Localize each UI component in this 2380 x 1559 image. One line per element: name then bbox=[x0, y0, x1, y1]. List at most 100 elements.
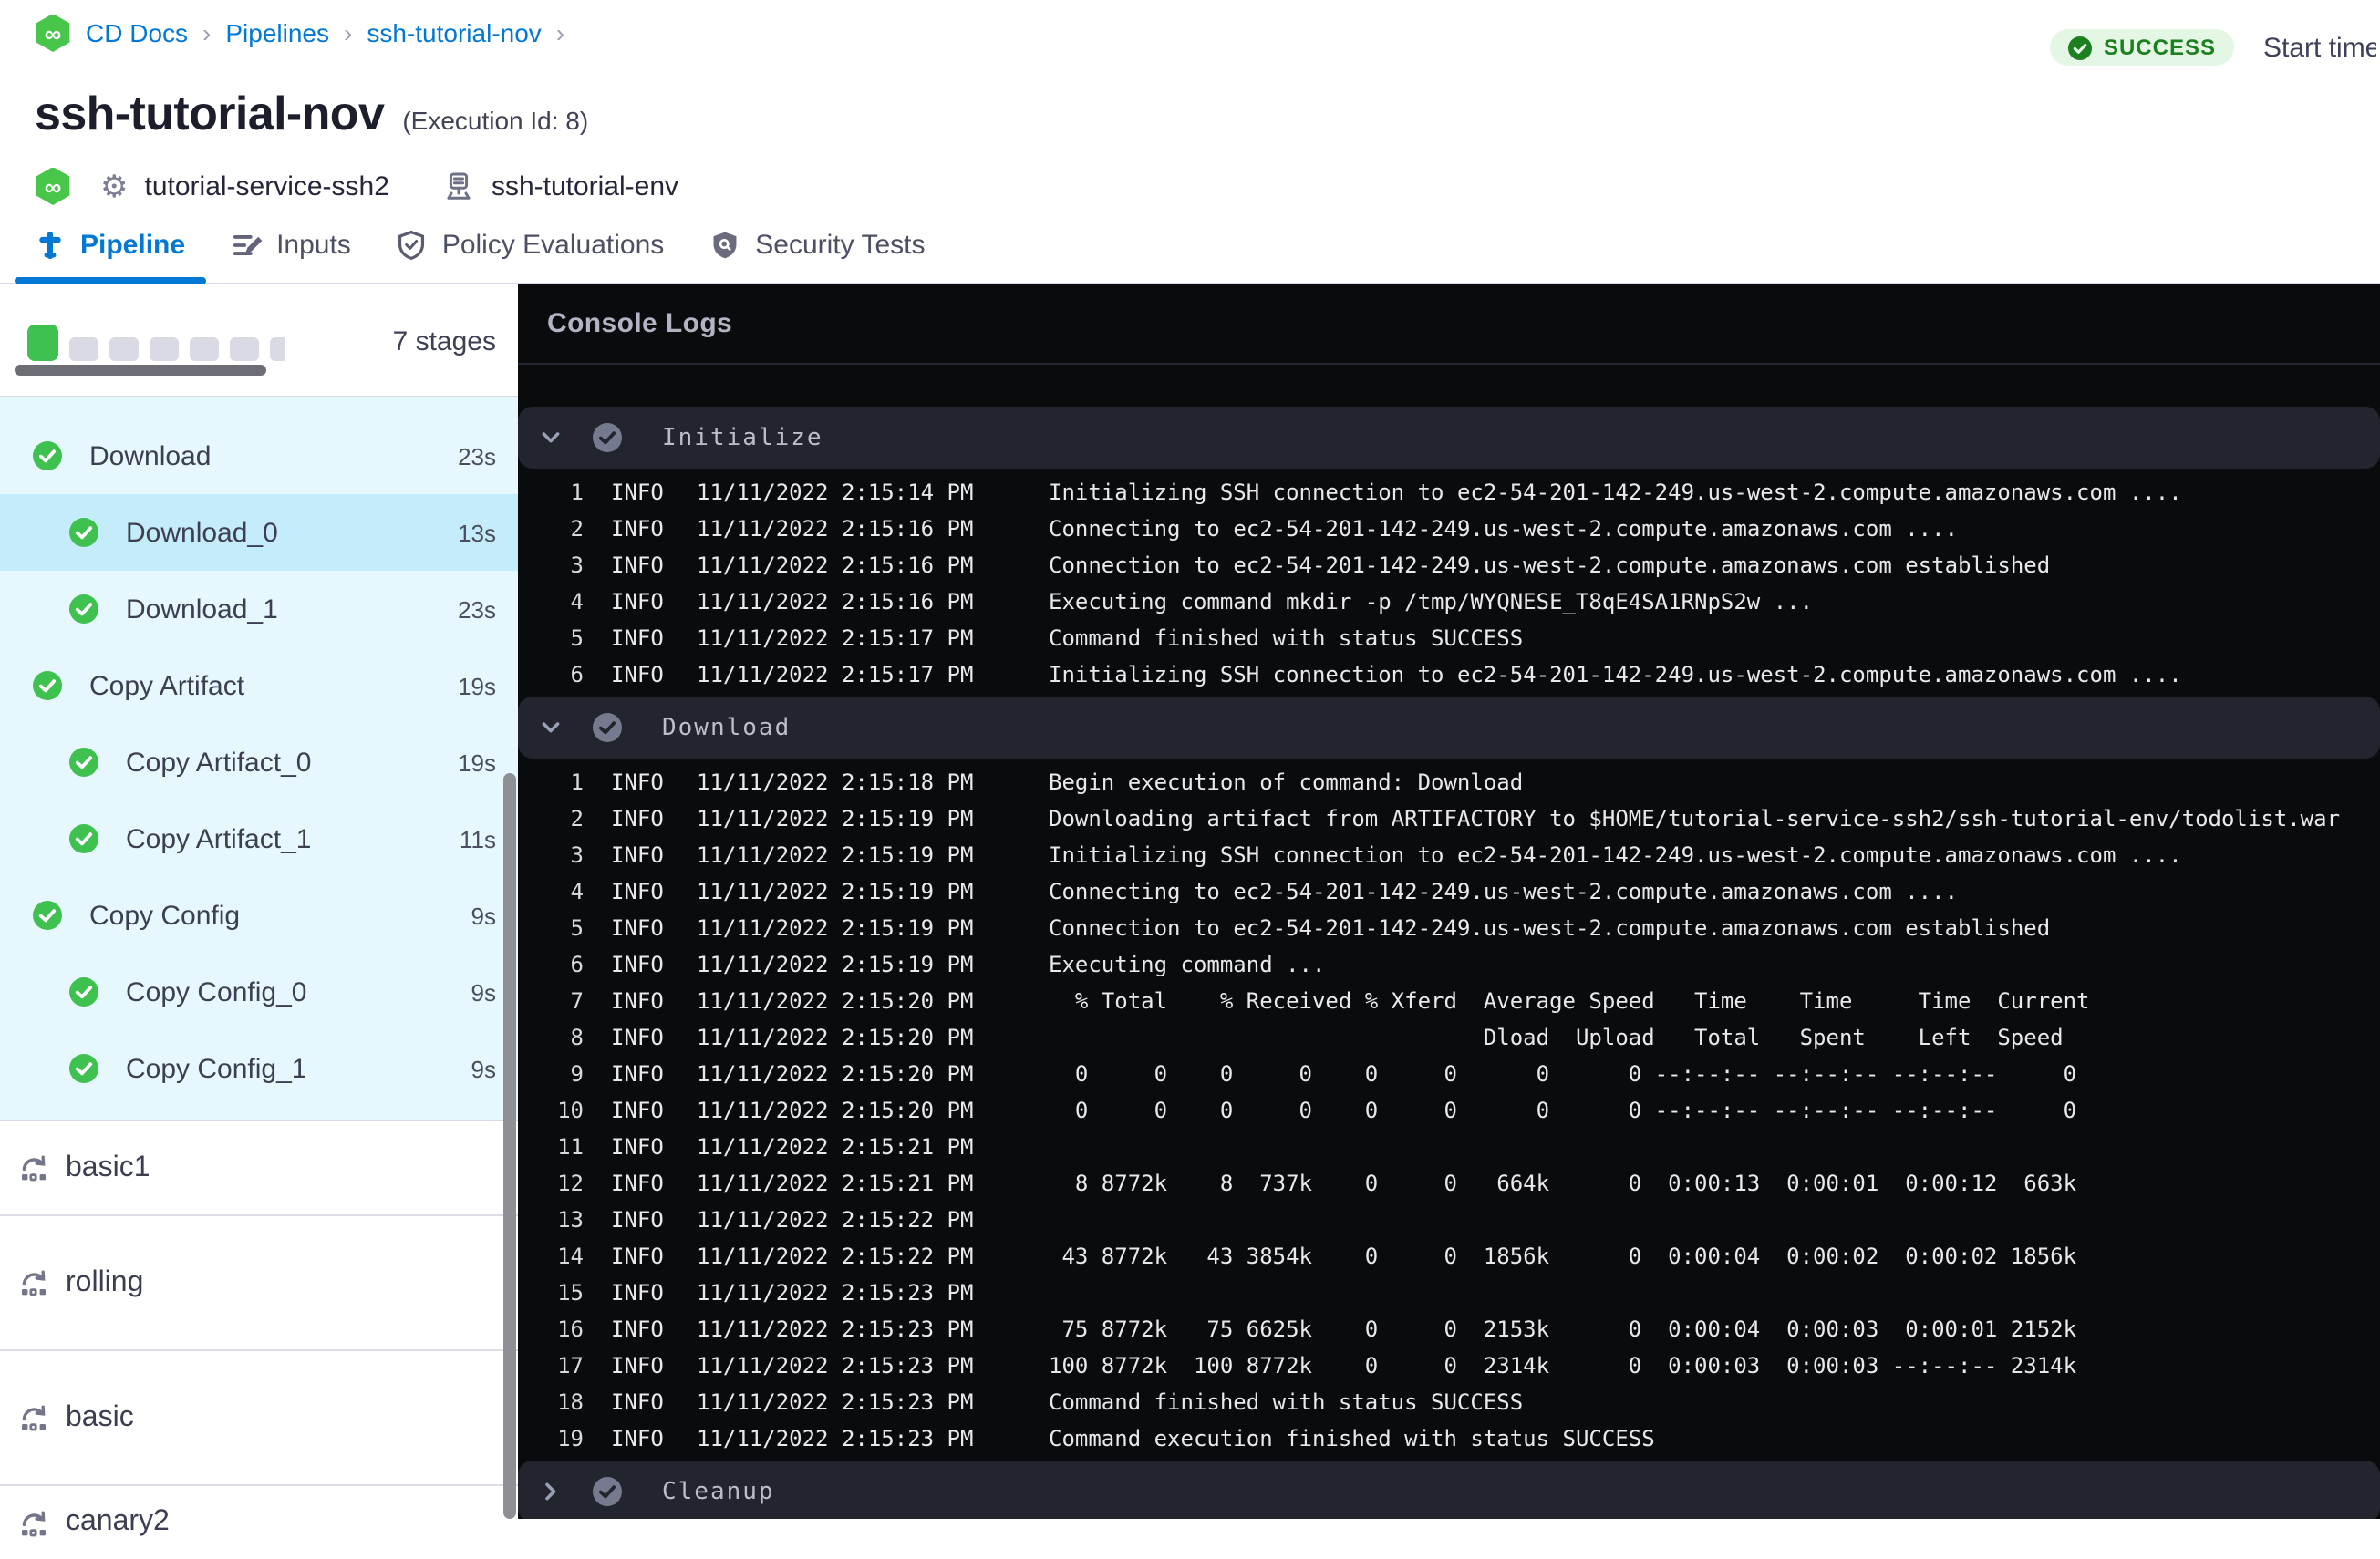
log-level: INFO bbox=[611, 480, 664, 505]
tab-pipeline[interactable]: Pipeline bbox=[15, 208, 205, 284]
log-host-link[interactable]: ec2-54-201-142-249.us-west-2.compute.ama… bbox=[1233, 879, 1891, 904]
stage-progress-square bbox=[27, 325, 58, 361]
log-timestamp: 11/11/2022 2:15:20 PM bbox=[697, 1098, 974, 1123]
log-section-header[interactable]: Initialize bbox=[518, 407, 2380, 469]
log-host-link[interactable]: ec2-54-201-142-249.us-west-2.compute.ama… bbox=[1457, 842, 2116, 868]
log-host-link[interactable]: ec2-54-201-142-249.us-west-2.compute.ama… bbox=[1233, 915, 1891, 941]
execution-id: (Execution Id: 8) bbox=[402, 106, 589, 135]
stage-label: Copy Artifact bbox=[89, 670, 245, 701]
log-message: Downloading artifact from ARTIFACTORY to… bbox=[1049, 806, 2380, 831]
stage-duration: 19s bbox=[458, 749, 496, 776]
breadcrumb-link[interactable]: Pipelines bbox=[225, 18, 329, 47]
stage-label: Download bbox=[89, 440, 212, 471]
log-level: INFO bbox=[611, 1171, 664, 1196]
log-timestamp: 11/11/2022 2:15:23 PM bbox=[697, 1389, 974, 1415]
breadcrumb-link[interactable]: ssh-tutorial-nov bbox=[367, 18, 541, 47]
log-text: Begin execution of command: Download bbox=[1049, 769, 1524, 795]
breadcrumb-link[interactable]: CD Docs bbox=[86, 18, 188, 47]
log-level: INFO bbox=[611, 1316, 664, 1342]
policy-shield-check-icon bbox=[397, 230, 428, 261]
log-message: Executing command ... bbox=[1049, 952, 2380, 977]
redeploy-icon bbox=[18, 1402, 49, 1433]
log-host-link[interactable]: ec2-54-201-142-249.us-west-2.compute.ama… bbox=[1233, 516, 1891, 542]
log-host-link[interactable]: ec2-54-201-142-249.us-west-2.compute.ama… bbox=[1457, 662, 2116, 687]
tab-policy-evaluations[interactable]: Policy Evaluations bbox=[377, 208, 684, 283]
stage-row[interactable]: Copy Config_0 9s bbox=[0, 954, 518, 1030]
stage-label: Copy Artifact_0 bbox=[126, 747, 312, 778]
stage-progress-horizontal-scrollbar[interactable] bbox=[15, 365, 266, 376]
log-text: established bbox=[1891, 552, 2051, 578]
log-line-number: 14 bbox=[557, 1244, 584, 1269]
tab-label: Security Tests bbox=[755, 230, 926, 261]
log-timestamp: 11/11/2022 2:15:23 PM bbox=[697, 1426, 974, 1451]
log-level: INFO bbox=[611, 1244, 664, 1269]
console-title: Console Logs bbox=[547, 308, 733, 339]
tab-security-tests[interactable]: Security Tests bbox=[689, 208, 945, 283]
log-text: Initializing SSH connection to bbox=[1049, 662, 1457, 687]
log-line-number: 9 bbox=[570, 1061, 584, 1087]
log-line: 1 INFO 11/11/2022 2:15:14 PM Initializing S… bbox=[518, 474, 2380, 511]
stage-progress-squares bbox=[27, 325, 285, 361]
log-line-number: 15 bbox=[557, 1280, 584, 1306]
stage-label: Copy Config_0 bbox=[126, 976, 307, 1007]
log-line-number: 3 bbox=[570, 552, 584, 578]
service-name[interactable]: tutorial-service-ssh2 bbox=[145, 170, 389, 201]
log-text: % Total % Received % Xferd Average Speed… bbox=[1049, 988, 2090, 1014]
log-line-number: 16 bbox=[557, 1316, 584, 1342]
log-text: Connection to bbox=[1049, 552, 1234, 578]
content-area: 7 stages Download 23s Download_0 13s Downloa… bbox=[0, 284, 2380, 1559]
log-host-link[interactable]: ec2-54-201-142-249.us-west-2.compute.ama… bbox=[1457, 480, 2116, 505]
log-message: 75 8772k 75 6625k 0 0 2153k 0 0:00:04 0:… bbox=[1049, 1316, 2380, 1342]
log-line-number: 18 bbox=[557, 1389, 584, 1415]
stage-row[interactable]: Download 23s bbox=[0, 418, 518, 494]
log-timestamp: 11/11/2022 2:15:19 PM bbox=[697, 915, 974, 941]
log-timestamp: 11/11/2022 2:15:20 PM bbox=[697, 1025, 974, 1050]
log-line: 6 INFO 11/11/2022 2:15:19 PM Executing comm… bbox=[518, 946, 2380, 983]
log-timestamp: 11/11/2022 2:15:20 PM bbox=[697, 1061, 974, 1087]
gear-icon: ⚙ bbox=[100, 169, 129, 203]
log-text: Command finished with status SUCCESS bbox=[1049, 1389, 1524, 1415]
log-level: INFO bbox=[611, 1426, 664, 1451]
log-line: 2 INFO 11/11/2022 2:15:16 PM Connecting to … bbox=[518, 511, 2380, 547]
log-line-number: 4 bbox=[570, 879, 584, 904]
stage-progress-square bbox=[230, 337, 259, 361]
execution-item[interactable]: basic1 bbox=[0, 1121, 518, 1216]
stage-row[interactable]: Download_1 23s bbox=[0, 571, 518, 647]
execution-item[interactable]: basic bbox=[0, 1351, 518, 1486]
log-timestamp: 11/11/2022 2:15:23 PM bbox=[697, 1316, 974, 1342]
execution-label: rolling bbox=[66, 1266, 144, 1297]
log-level: INFO bbox=[611, 552, 664, 578]
stage-row[interactable]: Copy Artifact_0 19s bbox=[0, 724, 518, 800]
log-text: Executing command mkdir -p /tmp/WYQNESE_… bbox=[1049, 589, 1814, 614]
success-check-icon bbox=[69, 977, 98, 1007]
log-line-number: 11 bbox=[557, 1134, 584, 1160]
execution-label: canary2 bbox=[66, 1506, 170, 1537]
stage-row[interactable]: Copy Artifact_1 11s bbox=[0, 800, 518, 877]
step-success-check-icon bbox=[593, 713, 622, 742]
log-text: .... bbox=[2116, 842, 2182, 868]
log-line: 12 INFO 11/11/2022 2:15:21 PM 8 8772k 8 73… bbox=[518, 1165, 2380, 1202]
log-line-number: 1 bbox=[570, 480, 584, 505]
sidebar-vertical-scrollbar[interactable] bbox=[503, 773, 516, 1519]
log-section-header[interactable]: Download bbox=[518, 697, 2380, 759]
log-timestamp: 11/11/2022 2:15:21 PM bbox=[697, 1171, 974, 1196]
pipeline-execution-page: ∞ CD Docs › Pipelines › ssh-tutorial-nov › SU… bbox=[0, 11, 2380, 1559]
log-timestamp: 11/11/2022 2:15:17 PM bbox=[697, 662, 974, 687]
stage-progress-square bbox=[109, 337, 139, 361]
log-section-header[interactable]: Cleanup bbox=[518, 1461, 2380, 1519]
stage-row[interactable]: Copy Config_1 9s bbox=[0, 1030, 518, 1107]
stage-row[interactable]: Download_0 13s bbox=[0, 494, 518, 571]
log-line: 2 INFO 11/11/2022 2:15:19 PM Downloading ar… bbox=[518, 800, 2380, 837]
stage-row[interactable]: Copy Config 9s bbox=[0, 877, 518, 954]
redeploy-icon bbox=[18, 1152, 49, 1183]
stage-row[interactable]: Copy Artifact 19s bbox=[0, 647, 518, 724]
tab-inputs[interactable]: Inputs bbox=[211, 208, 371, 283]
environment-name[interactable]: ssh-tutorial-env bbox=[492, 170, 678, 201]
log-timestamp: 11/11/2022 2:15:19 PM bbox=[697, 806, 974, 831]
success-check-icon bbox=[33, 671, 62, 700]
execution-item[interactable]: rolling bbox=[0, 1216, 518, 1351]
log-host-link[interactable]: ec2-54-201-142-249.us-west-2.compute.ama… bbox=[1233, 552, 1891, 578]
log-line: 16 INFO 11/11/2022 2:15:23 PM 75 8772k 75 … bbox=[518, 1311, 2380, 1347]
log-text: Command execution finished with status S… bbox=[1049, 1426, 1655, 1451]
execution-item[interactable]: canary2 bbox=[0, 1486, 518, 1559]
